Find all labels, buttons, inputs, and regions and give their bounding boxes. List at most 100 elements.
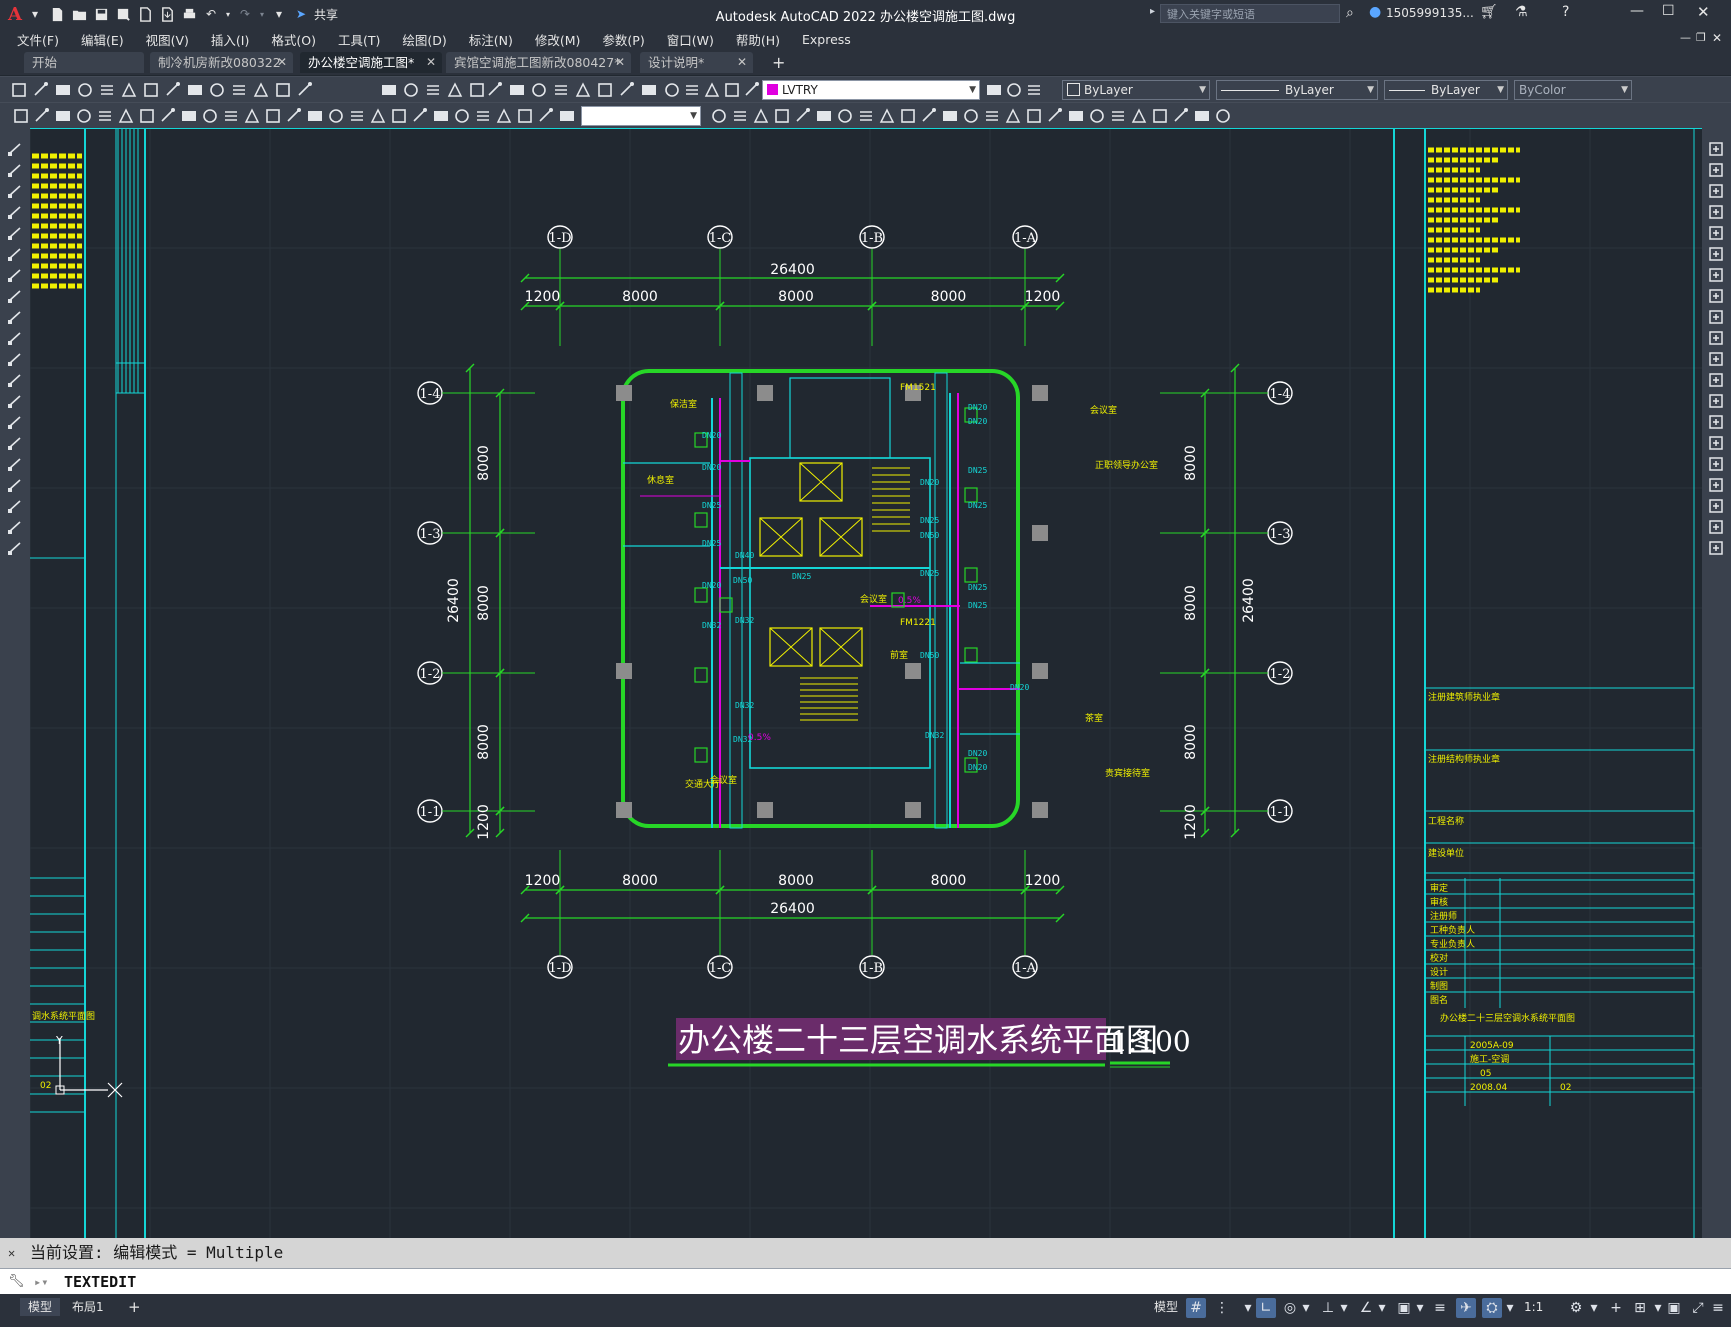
dim-tool-39-icon[interactable] [941,107,959,125]
menu-express[interactable]: Express [791,32,862,47]
dim-tool-8-icon[interactable] [159,107,177,125]
dim-tool-40-icon[interactable] [962,107,980,125]
dim-tool-24-icon[interactable] [495,107,513,125]
status-toggle-20-icon[interactable]: ⊞ [1630,1298,1650,1318]
plot-icon[interactable] [180,6,198,22]
user-name[interactable]: 1505999135... [1386,6,1474,20]
redo-dropdown-icon[interactable]: ▾ [258,6,266,22]
dim-tool-18-icon[interactable] [369,107,387,125]
search-icon[interactable]: ⌕ [1346,5,1354,21]
new-tab-icon[interactable]: + [772,53,785,72]
standard-tool-1-icon[interactable] [10,81,28,99]
standard-tool-31-icon[interactable] [723,81,741,99]
tab-design-notes[interactable]: 设计说明* ✕ [640,52,753,73]
standard-tool-25-icon[interactable] [596,81,614,99]
menu-help[interactable]: 帮助(H) [725,30,791,49]
cad-drawing[interactable]: 调水系统平面图 02 注册建筑师执业章注册结构师执业章工程名称建设单位审定审核注册师… [30,128,1702,1238]
draw-tool-icon[interactable] [6,518,24,536]
standard-tool-14-icon[interactable] [296,81,314,99]
modify-tool-icon[interactable] [1707,350,1725,368]
status-toggle-15-icon[interactable]: ⛭ [1482,1298,1502,1318]
menu-tools[interactable]: 工具(T) [327,30,391,49]
redo-icon[interactable]: ↷ [236,6,254,22]
dim-tool-44-icon[interactable] [1046,107,1064,125]
draw-tool-icon[interactable] [6,539,24,557]
recent-commands-icon[interactable]: ▸▾ [34,1269,48,1295]
standard-tool-32-icon[interactable] [743,81,761,99]
linetype-dropdown[interactable]: ByLayer ▼ [1216,80,1378,100]
standard-tool-28-icon[interactable] [663,81,681,99]
dim-tool-22-icon[interactable] [453,107,471,125]
dim-tool-27-icon[interactable] [558,107,576,125]
customize-icon[interactable]: 🔧︎ [8,1269,25,1295]
annotation-scale[interactable]: 1:1 [1516,1298,1551,1316]
standard-tool-26-icon[interactable] [618,81,636,99]
save-web-icon[interactable] [158,6,176,22]
status-toggle-12-icon[interactable]: ▾ [1410,1298,1430,1318]
standard-tool-33-icon[interactable] [985,81,1003,99]
modify-tool-icon[interactable] [1707,245,1725,263]
dim-tool-31-icon[interactable] [773,107,791,125]
share-icon[interactable]: ➤ [292,6,310,22]
standard-tool-13-icon[interactable] [274,81,292,99]
dim-tool-50-icon[interactable] [1172,107,1190,125]
dim-tool-30-icon[interactable] [752,107,770,125]
new-file-icon[interactable] [48,6,66,22]
standard-tool-2-icon[interactable] [32,81,50,99]
standard-tool-34-icon[interactable] [1005,81,1023,99]
draw-tool-icon[interactable] [6,497,24,515]
modify-tool-icon[interactable] [1707,287,1725,305]
modify-tool-icon[interactable] [1707,455,1725,473]
draw-tool-icon[interactable] [6,413,24,431]
standard-tool-15-icon[interactable] [380,81,398,99]
dim-tool-32-icon[interactable] [794,107,812,125]
dim-tool-1-icon[interactable] [12,107,30,125]
menu-modify[interactable]: 修改(M) [524,30,592,49]
dim-tool-5-icon[interactable] [96,107,114,125]
menu-insert[interactable]: 插入(I) [200,30,260,49]
dim-tool-47-icon[interactable] [1109,107,1127,125]
tab-hotel-hvac[interactable]: 宾馆空调施工图新改080427* ✕ [446,52,631,73]
dim-tool-7-icon[interactable] [138,107,156,125]
dim-tool-9-icon[interactable] [180,107,198,125]
plotstyle-dropdown[interactable]: ByColor ▼ [1514,80,1632,100]
draw-tool-icon[interactable] [6,392,24,410]
dim-tool-20-icon[interactable] [411,107,429,125]
menu-parametric[interactable]: 参数(P) [591,30,655,49]
status-toggle-24-icon[interactable]: ≡ [1708,1298,1728,1318]
draw-tool-icon[interactable] [6,287,24,305]
modify-tool-icon[interactable] [1707,161,1725,179]
status-toggle-14-icon[interactable]: ✈ [1456,1298,1476,1318]
dim-tool-45-icon[interactable] [1067,107,1085,125]
status-toggle-3-icon[interactable]: ▾ [1238,1298,1258,1318]
dim-tool-14-icon[interactable] [285,107,303,125]
dim-tool-38-icon[interactable] [920,107,938,125]
standard-tool-10-icon[interactable] [208,81,226,99]
tab-model[interactable]: 模型 [20,1298,61,1316]
app-logo[interactable]: A [8,4,22,25]
standard-tool-18-icon[interactable] [446,81,464,99]
draw-tool-icon[interactable] [6,308,24,326]
dim-tool-48-icon[interactable] [1130,107,1148,125]
status-toggle-19-icon[interactable]: + [1606,1298,1626,1318]
dim-tool-4-icon[interactable] [75,107,93,125]
menu-file[interactable]: 文件(F) [6,30,70,49]
modify-tool-icon[interactable] [1707,203,1725,221]
draw-tool-icon[interactable] [6,434,24,452]
draw-tool-icon[interactable] [6,371,24,389]
dim-tool-41-icon[interactable] [983,107,1001,125]
modify-tool-icon[interactable] [1707,329,1725,347]
modify-tool-icon[interactable] [1707,476,1725,494]
lineweight-dropdown[interactable]: ByLayer ▼ [1384,80,1508,100]
open-file-icon[interactable] [70,6,88,22]
dim-tool-17-icon[interactable] [348,107,366,125]
standard-tool-12-icon[interactable] [252,81,270,99]
menu-dimension[interactable]: 标注(N) [458,30,524,49]
tab-layout1[interactable]: 布局1 [64,1298,112,1316]
drawing-canvas[interactable]: 调水系统平面图 02 注册建筑师执业章 注册结构师执业章 工程名称 建设单位 审定 审核 注册师… [30,128,1702,1238]
standard-tool-16-icon[interactable] [402,81,420,99]
dim-tool-51-icon[interactable] [1193,107,1211,125]
dim-tool-11-icon[interactable] [222,107,240,125]
dim-tool-42-icon[interactable] [1004,107,1022,125]
draw-tool-icon[interactable] [6,350,24,368]
